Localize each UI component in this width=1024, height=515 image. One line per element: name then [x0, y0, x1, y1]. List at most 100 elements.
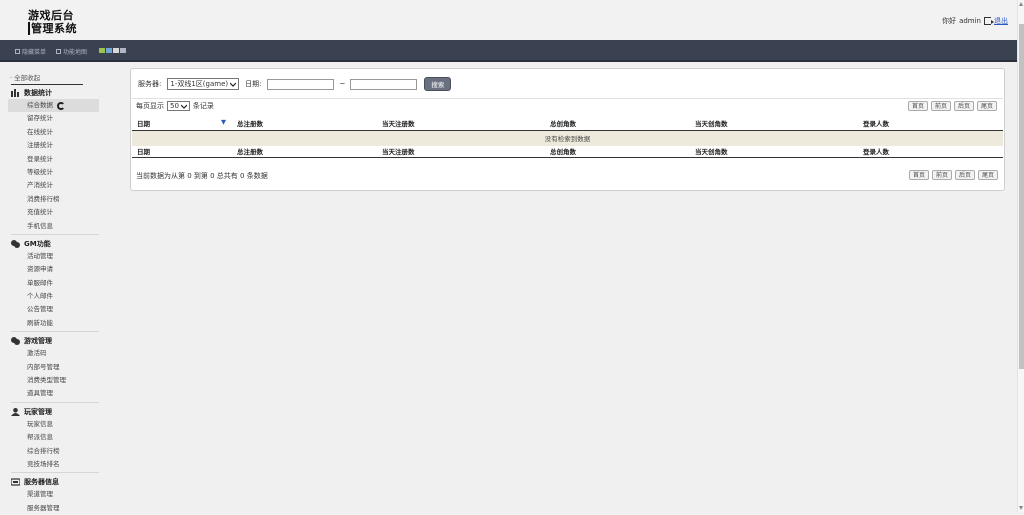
sidebar-item-recharge[interactable]: 充值统计 — [8, 206, 100, 219]
chevron-down-icon — [180, 104, 187, 109]
sidebar-item-arena-rank[interactable]: 竞技场排名 — [8, 458, 100, 471]
bar-chart-icon — [11, 89, 20, 97]
sidebar: · 全部收起 数据统计 综合数据 留存统计 在线统计 注册统计 登录统计 等级统… — [8, 72, 100, 515]
col-total-characters[interactable]: 总创角数 — [545, 117, 690, 130]
theme-green-swatch[interactable] — [99, 48, 105, 53]
group-title-label: GM功能 — [24, 239, 51, 248]
chevron-down-icon — [230, 82, 237, 87]
col-date[interactable]: 日期 ▼ — [132, 117, 232, 130]
col-daily-register[interactable]: 当天注册数 — [377, 117, 545, 130]
last-page-button[interactable]: 尾页 — [977, 170, 998, 180]
empty-row: 没有检索到数据 — [132, 130, 1003, 146]
logo-line2: 管理系统 — [28, 22, 77, 35]
hide-menu-label: 隐藏菜单 — [22, 49, 47, 56]
col-total-register[interactable]: 总注册数 — [232, 117, 377, 130]
site-map-label: 功能地图 — [63, 49, 88, 56]
sidebar-item-events[interactable]: 活动管理 — [8, 250, 100, 263]
date-label: 日期: — [245, 80, 262, 88]
sidebar-item-ranking[interactable]: 综合排行榜 — [8, 445, 100, 458]
table-info: 当前数据为从第 0 到第 0 总共有 0 条数据 — [136, 172, 268, 180]
nav-bar: 隐藏菜单 功能地图 — [0, 40, 1017, 62]
hide-menu-button[interactable]: 隐藏菜单 — [15, 47, 46, 56]
sidebar-item-announcements[interactable]: 公告管理 — [8, 303, 100, 316]
menu-toggle-icon — [15, 49, 20, 54]
sidebar-item-retention[interactable]: 留存统计 — [8, 112, 100, 125]
group-server-info[interactable]: 服务器信息 — [8, 476, 100, 488]
sidebar-item-internal-accounts[interactable]: 内部号管理 — [8, 361, 100, 374]
app-logo: 游戏后台 管理系统 — [28, 9, 77, 35]
sidebar-item-production[interactable]: 产消统计 — [8, 179, 100, 192]
col-daily-characters[interactable]: 当天创角数 — [690, 117, 858, 130]
scrollbar[interactable] — [1017, 0, 1024, 512]
prev-page-button[interactable]: 前页 — [930, 101, 951, 111]
sidebar-item-player-info[interactable]: 玩家信息 — [8, 418, 100, 431]
divider — [11, 472, 99, 474]
sidebar-item-phone-info[interactable]: 手机信息 — [8, 220, 100, 233]
sidebar-item-level[interactable]: 等级统计 — [8, 166, 100, 179]
sidebar-item-items[interactable]: 道具管理 — [8, 387, 100, 400]
scrollbar-thumb[interactable] — [1019, 24, 1024, 369]
chat-bubbles-icon — [11, 337, 20, 346]
chat-bubbles-icon — [11, 239, 20, 248]
last-page-button[interactable]: 尾页 — [976, 101, 997, 111]
theme-gray-swatch[interactable] — [113, 48, 119, 53]
sidebar-item-resource-request[interactable]: 资源申请 — [8, 263, 100, 276]
sidebar-item-guild-info[interactable]: 帮派信息 — [8, 431, 100, 444]
group-title-label: 数据统计 — [24, 89, 52, 97]
logout-link[interactable]: 退出 — [994, 16, 1008, 26]
sidebar-item-activation-codes[interactable]: 激活码 — [8, 347, 100, 360]
server-select[interactable]: 1-双线1区(game) — [167, 78, 240, 90]
sidebar-item-login[interactable]: 登录统计 — [8, 153, 100, 166]
user-box: 你好 admin 退出 — [942, 16, 1008, 26]
search-button[interactable]: 搜索 — [424, 77, 452, 91]
date-start-input[interactable] — [267, 78, 335, 90]
group-data-stats[interactable]: 数据统计 — [8, 87, 100, 99]
sidebar-item-personal-mail[interactable]: 个人邮件 — [8, 290, 100, 303]
logo-line1: 游戏后台 — [28, 9, 74, 22]
sidebar-item-spend-types[interactable]: 消费类型管理 — [8, 374, 100, 387]
next-page-button[interactable]: 后页 — [953, 101, 974, 111]
divider — [11, 233, 99, 235]
per-page-control: 每页显示 50 条记录 — [136, 101, 214, 111]
group-title-label: 服务器信息 — [24, 478, 59, 487]
per-page-select[interactable]: 50 — [167, 101, 190, 111]
sidebar-item-online[interactable]: 在线统计 — [8, 126, 100, 139]
sidebar-item-channels[interactable]: 渠道管理 — [8, 488, 100, 501]
sidebar-item-server-mail[interactable]: 单服邮件 — [8, 277, 100, 290]
sidebar-item-register[interactable]: 注册统计 — [8, 139, 100, 152]
first-page-button[interactable]: 首页 — [907, 101, 928, 111]
sidebar-item-spend-rank[interactable]: 消费排行榜 — [8, 193, 100, 206]
first-page-button[interactable]: 首页 — [908, 170, 929, 180]
logout-icon[interactable] — [984, 17, 994, 25]
group-title-label: 游戏管理 — [24, 337, 52, 346]
group-title-label: 玩家管理 — [24, 407, 52, 416]
empty-message: 没有检索到数据 — [132, 130, 1003, 146]
group-gm[interactable]: GM功能 — [8, 238, 100, 250]
map-icon — [56, 49, 61, 54]
scroll-up-icon[interactable] — [1019, 2, 1023, 6]
table-footer: 日期 总注册数 当天注册数 总创角数 当天创角数 登录人数 — [132, 146, 1003, 158]
data-table: 日期 ▼ 总注册数 当天注册数 总创角数 当天创角数 登录人数 没有检索到数据 日… — [132, 117, 1003, 158]
pager-bottom: 首页 前页 后页 尾页 — [908, 170, 998, 180]
collapse-all-link[interactable]: · 全部收起 — [8, 72, 100, 84]
refresh-icon[interactable] — [57, 102, 65, 110]
divider — [11, 401, 99, 403]
col-login-count[interactable]: 登录人数 — [858, 117, 1003, 130]
sort-desc-icon: ▼ — [221, 118, 226, 127]
prev-page-button[interactable]: 前页 — [931, 170, 952, 180]
sidebar-item-refresh[interactable]: 刷新功能 — [8, 317, 100, 330]
group-game-management[interactable]: 游戏管理 — [8, 335, 100, 347]
sidebar-item-servers[interactable]: 服务器管理 — [8, 502, 100, 515]
next-page-button[interactable]: 后页 — [954, 170, 975, 180]
site-map-button[interactable]: 功能地图 — [56, 47, 87, 56]
main-panel: 服务器: 1-双线1区(game) 日期: ~ 搜索 每页显示 50 条记录 首… — [130, 68, 1005, 191]
scroll-down-icon[interactable] — [1019, 506, 1023, 510]
group-players[interactable]: 玩家管理 — [8, 406, 100, 418]
theme-blue-swatch[interactable] — [106, 48, 112, 53]
greeting-text: 你好 — [942, 17, 957, 25]
theme-silver-swatch[interactable] — [120, 48, 126, 53]
date-end-input[interactable] — [350, 78, 418, 90]
sidebar-item-overview[interactable]: 综合数据 — [8, 99, 99, 113]
search-form: 服务器: 1-双线1区(game) 日期: ~ 搜索 — [138, 77, 452, 91]
divider — [11, 331, 99, 333]
